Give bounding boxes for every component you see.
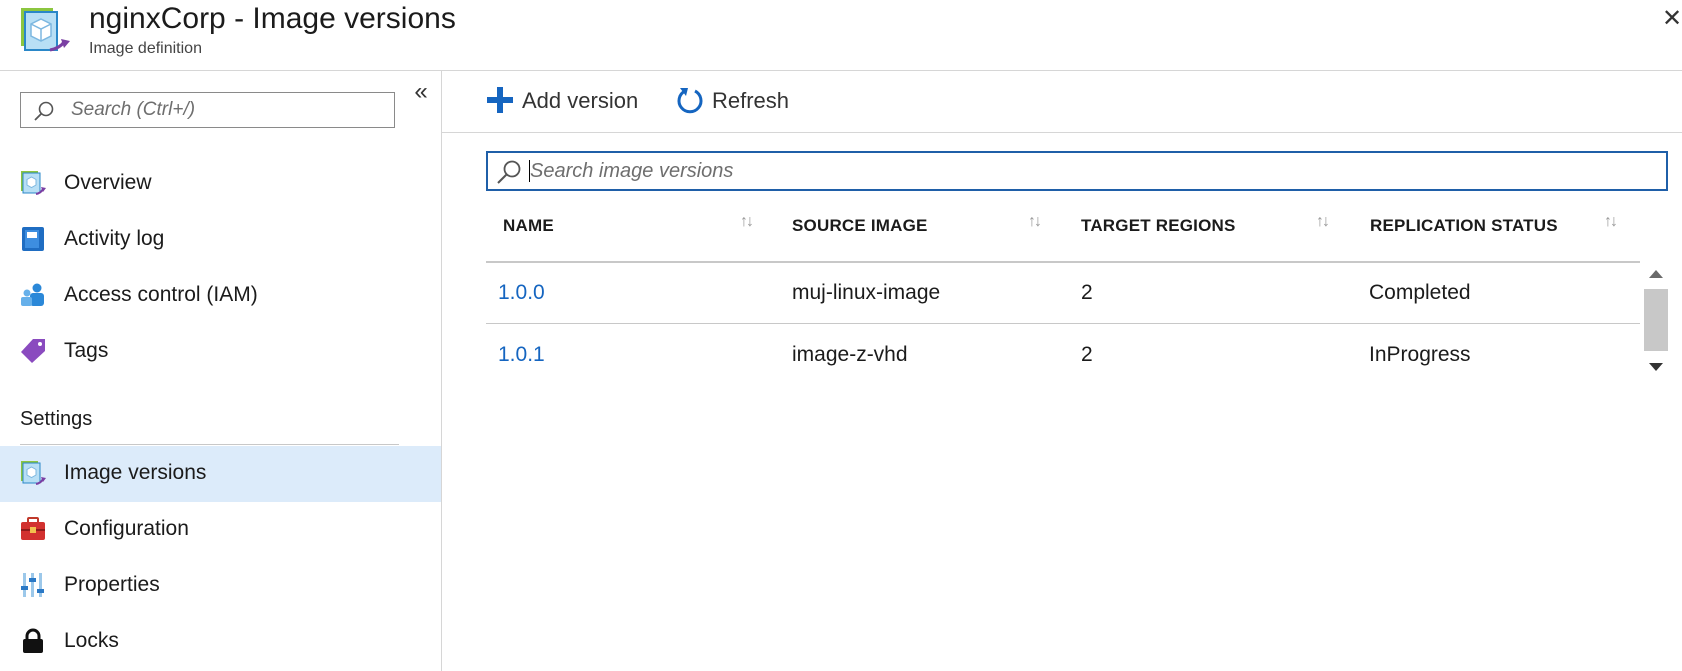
tag-icon — [21, 339, 45, 363]
column-header-source-image[interactable]: SOURCE IMAGE — [792, 216, 928, 236]
column-header-replication-status[interactable]: REPLICATION STATUS — [1370, 216, 1558, 236]
sidebar: « Overview Activity log Access control (… — [0, 70, 442, 671]
sidebar-item-label: Tags — [64, 339, 109, 362]
image-versions-search-box[interactable] — [486, 151, 1668, 191]
section-divider — [20, 444, 399, 445]
column-header-name[interactable]: NAME — [503, 216, 554, 236]
row-divider — [486, 323, 1640, 324]
table-row[interactable]: 1.0.1 image-z-vhd 2 InProgress — [486, 325, 1640, 387]
refresh-button[interactable]: Refresh — [676, 82, 806, 118]
sidebar-item-label: Properties — [64, 573, 160, 596]
sidebar-item-configuration[interactable]: Configuration — [0, 502, 441, 558]
source-image-cell: image-z-vhd — [792, 343, 908, 366]
page-subtitle: Image definition — [89, 40, 202, 57]
sidebar-item-label: Image versions — [64, 461, 207, 484]
sort-icon[interactable]: ↑↓ — [1316, 213, 1330, 231]
sidebar-item-access-control[interactable]: Access control (IAM) — [0, 268, 441, 324]
source-image-cell: muj-linux-image — [792, 281, 941, 304]
plus-icon — [487, 87, 513, 113]
sidebar-search-box[interactable] — [20, 92, 395, 128]
column-header-target-regions[interactable]: TARGET REGIONS — [1081, 216, 1236, 236]
version-name-link[interactable]: 1.0.0 — [498, 281, 545, 305]
sort-icon[interactable]: ↑↓ — [1028, 213, 1042, 231]
page-title: nginxCorp - Image versions — [89, 2, 456, 35]
properties-icon — [21, 573, 44, 597]
sidebar-item-label: Locks — [64, 629, 119, 652]
search-icon — [34, 101, 54, 121]
add-version-button[interactable]: Add version — [486, 82, 656, 118]
sidebar-item-tags[interactable]: Tags — [0, 324, 441, 380]
version-name-link[interactable]: 1.0.1 — [498, 343, 545, 367]
target-regions-cell: 2 — [1081, 281, 1093, 304]
access-control-icon — [21, 283, 44, 306]
sidebar-item-activity-log[interactable]: Activity log — [0, 212, 441, 268]
table-scrollbar[interactable] — [1644, 262, 1668, 380]
sidebar-item-image-versions[interactable]: Image versions — [0, 446, 441, 502]
sidebar-item-label: Configuration — [64, 517, 189, 540]
sort-icon[interactable]: ↑↓ — [1604, 213, 1618, 231]
sidebar-item-overview[interactable]: Overview — [0, 156, 441, 212]
replication-status-cell: Completed — [1369, 281, 1471, 304]
add-version-label: Add version — [522, 88, 639, 113]
image-versions-search-input[interactable] — [530, 153, 1650, 189]
image-versions-icon — [21, 461, 46, 485]
sidebar-item-properties[interactable]: Properties — [0, 558, 441, 614]
refresh-icon — [677, 88, 703, 114]
replication-status-cell: InProgress — [1369, 343, 1471, 366]
target-regions-cell: 2 — [1081, 343, 1093, 366]
search-icon — [497, 160, 521, 184]
settings-section-header: Settings — [20, 408, 93, 430]
sidebar-item-label: Overview — [64, 171, 152, 194]
table-row[interactable]: 1.0.0 muj-linux-image 2 Completed — [486, 263, 1640, 325]
scroll-up-arrow-icon[interactable] — [1649, 270, 1663, 278]
sort-icon[interactable]: ↑↓ — [740, 213, 754, 231]
command-bar: Add version Refresh — [442, 70, 1682, 133]
image-definition-icon — [21, 171, 46, 195]
scroll-down-arrow-icon[interactable] — [1649, 363, 1663, 371]
collapse-sidebar-icon[interactable]: « — [409, 80, 433, 104]
activity-log-icon — [22, 227, 44, 251]
sidebar-item-locks[interactable]: Locks — [0, 614, 441, 670]
close-icon[interactable]: ✕ — [1662, 4, 1682, 34]
toolbox-icon — [21, 517, 45, 540]
image-definition-icon — [21, 8, 70, 52]
sidebar-item-label: Access control (IAM) — [64, 283, 258, 306]
sidebar-item-label: Activity log — [64, 227, 165, 250]
lock-icon — [23, 628, 43, 653]
scrollbar-thumb[interactable] — [1644, 289, 1668, 351]
page-header: nginxCorp - Image versions Image definit… — [0, 0, 1682, 71]
sidebar-search-input[interactable] — [71, 93, 386, 127]
refresh-label: Refresh — [712, 88, 790, 113]
